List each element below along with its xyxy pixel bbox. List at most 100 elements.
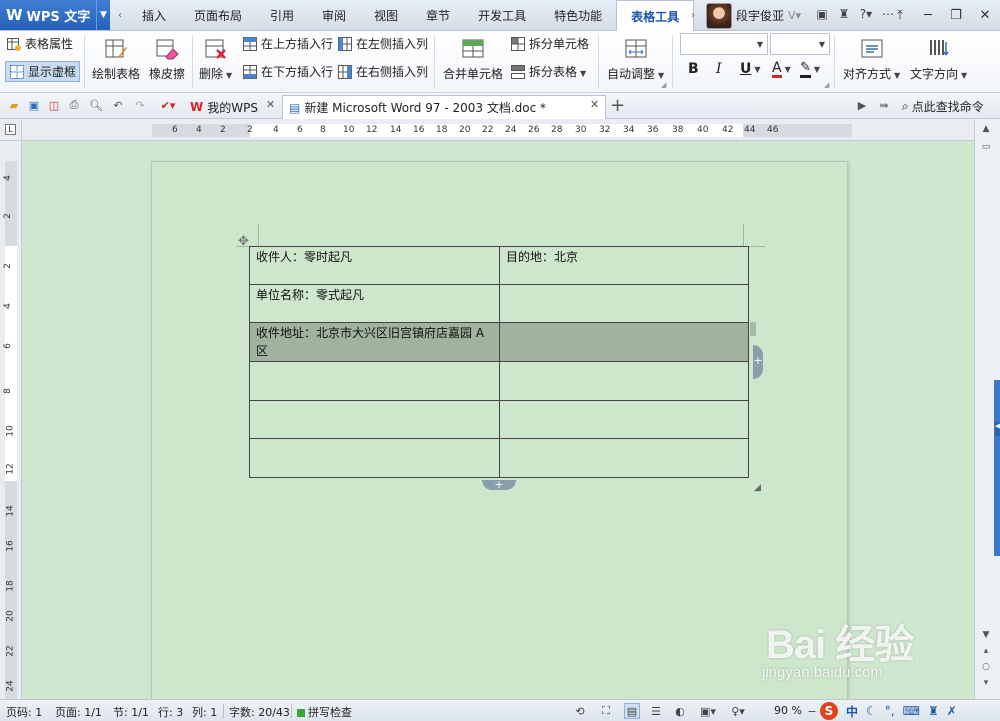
tab-review[interactable]: 审阅 <box>308 0 360 31</box>
group-expand-icon[interactable]: ◢ <box>824 81 829 89</box>
show-gridlines-toggle[interactable]: 显示虚框 <box>5 61 81 82</box>
shirt-icon[interactable]: ♜ <box>928 704 939 718</box>
status-wordcount[interactable]: 字数: 20/43 <box>229 704 290 720</box>
wps-app-menu-button[interactable]: W WPS 文字 ▼ <box>0 0 110 30</box>
group-expand-icon[interactable]: ◢ <box>661 81 666 89</box>
highlight-button[interactable]: ✎ ▼ <box>800 61 820 78</box>
tab-scroll-left-button[interactable]: ‹ <box>113 5 127 25</box>
table-row[interactable]: 单位名称：零式起凡 <box>249 284 749 323</box>
table-properties-button[interactable]: 表格属性 <box>6 35 73 52</box>
table-cell[interactable]: 目的地：北京 <box>499 246 749 285</box>
print-icon[interactable]: ⎙ <box>66 97 82 113</box>
scroll-down-icon[interactable]: ▼ <box>978 627 994 643</box>
sidebar-toggle-icon[interactable]: ▶ <box>854 97 870 113</box>
chevron-down-icon[interactable]: ▼ <box>96 0 110 30</box>
underline-button[interactable]: U ▼ <box>740 61 761 77</box>
table-cell[interactable] <box>249 400 500 439</box>
table-cell[interactable] <box>499 361 749 401</box>
eraser-button[interactable]: 橡皮擦 <box>149 37 185 82</box>
table-cell[interactable] <box>499 284 749 323</box>
customize-toolbar-icon[interactable]: ✔▾ <box>160 97 176 113</box>
split-cells-button[interactable]: 拆分单元格 <box>510 35 589 52</box>
browse-object-icon[interactable]: ○ <box>978 659 994 675</box>
table-row[interactable]: 收件地址：北京市大兴区旧宫镇府店嘉园 A 区 <box>249 322 749 362</box>
restore-icon[interactable]: ❐ <box>942 3 970 27</box>
document-page[interactable]: ✥ 收件人：零时起凡 目的地：北京 单位名称：零式起凡 收件地址：北京市大兴区旧宫镇府… <box>151 161 848 699</box>
chevron-down-icon[interactable]: ▼ <box>815 34 829 54</box>
italic-button[interactable]: I <box>716 61 722 77</box>
table-row[interactable] <box>249 438 749 478</box>
outline-view-icon[interactable]: ☰ <box>648 703 664 719</box>
ruler-corner[interactable]: L <box>0 119 22 141</box>
pdf-export-icon[interactable]: ◫ <box>46 97 62 113</box>
share-icon[interactable]: ⇛ <box>876 97 892 113</box>
table-cell[interactable] <box>499 322 749 362</box>
find-command-input[interactable]: ⌕ 点此查找命令 <box>902 98 984 115</box>
user-name[interactable]: 段宇俊亚 <box>736 7 784 24</box>
tab-developer[interactable]: 开发工具 <box>464 0 540 31</box>
document-table[interactable]: 收件人：零时起凡 目的地：北京 单位名称：零式起凡 收件地址：北京市大兴区旧宫镇府店嘉… <box>249 246 749 478</box>
delete-button[interactable]: 删除 ▼ <box>199 37 232 82</box>
horizontal-ruler[interactable]: 6 4 2 2 4 6 8 10 12 14 16 18 20 22 24 26 28 30 32 34 36 38 40 4… <box>22 119 974 141</box>
print-preview-icon[interactable]: 🔍︎ <box>88 97 104 113</box>
status-col[interactable]: 列: 1 <box>192 704 217 720</box>
insert-col-right-button[interactable]: 在右侧插入列 <box>337 63 428 80</box>
minimize-icon[interactable]: ─ <box>914 3 942 27</box>
shirt-icon[interactable]: ♜ <box>836 4 852 24</box>
table-cell[interactable]: 收件地址：北京市大兴区旧宫镇府店嘉园 A 区 <box>249 322 500 362</box>
split-table-button[interactable]: 拆分表格 ▼ <box>510 63 586 80</box>
page-view-icon[interactable]: ▤ <box>624 703 640 719</box>
vertical-scrollbar[interactable]: ▲ ▭ ◀ ▼ ▴ ○ ▾ <box>974 119 1000 699</box>
input-method-bar[interactable]: S 中 ☾ °, ⌨ ♜ ✗ <box>820 702 957 720</box>
user-account[interactable]: 段宇俊亚 V▾ <box>706 2 801 29</box>
tab-scroll-right-button[interactable]: › <box>686 5 700 25</box>
moon-icon[interactable]: ☾ <box>866 704 877 718</box>
insert-col-left-button[interactable]: 在左侧插入列 <box>337 35 428 52</box>
autofit-button[interactable]: 自动调整 ▼ <box>607 37 664 82</box>
skin-icon[interactable]: ▣ <box>814 4 830 24</box>
table-cell[interactable] <box>499 438 749 478</box>
status-row[interactable]: 行: 3 <box>158 704 183 720</box>
table-cell[interactable] <box>499 400 749 439</box>
avatar[interactable] <box>706 2 732 29</box>
table-resize-handle-icon[interactable]: ◢ <box>754 483 761 493</box>
status-page[interactable]: 页码: 1 <box>6 704 42 720</box>
next-page-icon[interactable]: ▾ <box>978 675 994 691</box>
open-folder-icon[interactable]: ▰ <box>6 97 22 113</box>
tab-document[interactable]: ▤ 新建 Microsoft Word 97 - 2003 文档.doc * <box>282 95 606 119</box>
bold-button[interactable]: B <box>688 61 699 77</box>
collapse-panel-icon[interactable]: ◀ <box>995 422 1000 436</box>
fullscreen-icon[interactable]: ⤒ <box>886 3 914 27</box>
track-changes-icon[interactable]: ⟲ <box>572 703 588 719</box>
new-tab-button[interactable]: + <box>610 95 625 116</box>
tab-features[interactable]: 特色功能 <box>540 0 616 31</box>
ime-language[interactable]: 中 <box>846 703 858 720</box>
punctuation-icon[interactable]: °, <box>885 704 895 718</box>
previous-page-icon[interactable]: ▴ <box>978 643 994 659</box>
chevron-down-icon[interactable]: ▼ <box>785 65 791 74</box>
tab-table-tools[interactable]: 表格工具 <box>616 0 695 31</box>
zoom-level[interactable]: 90 % <box>774 704 802 717</box>
alignment-button[interactable]: 对齐方式 ▼ <box>843 37 900 82</box>
insert-row-above-button[interactable]: 在上方插入行 <box>242 35 333 52</box>
add-column-button[interactable]: + <box>753 345 763 379</box>
font-color-button[interactable]: A ▼ <box>772 61 791 78</box>
table-row[interactable]: 收件人：零时起凡 目的地：北京 <box>249 246 749 285</box>
web-view-icon[interactable]: ◐ <box>672 703 688 719</box>
close-icon[interactable]: ✕ <box>266 98 275 111</box>
insert-row-below-button[interactable]: 在下方插入行 <box>242 63 333 80</box>
undo-icon[interactable]: ↶ <box>110 97 126 113</box>
chevron-down-icon[interactable]: ▼ <box>753 34 767 54</box>
status-section[interactable]: 节: 1/1 <box>113 704 149 720</box>
save-icon[interactable]: ▣ <box>26 97 42 113</box>
column-boundary-marker[interactable] <box>750 322 756 336</box>
scroll-up-icon[interactable]: ▲ <box>978 121 994 137</box>
draw-table-button[interactable]: 绘制表格 <box>92 37 140 82</box>
tab-my-wps[interactable]: W 我的WPS <box>184 95 264 119</box>
document-canvas[interactable]: ✥ 收件人：零时起凡 目的地：北京 单位名称：零式起凡 收件地址：北京市大兴区旧宫镇府… <box>22 141 974 699</box>
text-direction-button[interactable]: 文字方向 ▼ <box>910 37 967 82</box>
full-screen-view-icon[interactable]: ⛶ <box>598 703 614 719</box>
vertical-ruler[interactable]: 4 2 2 4 6 8 10 12 14 16 18 20 22 24 <box>0 141 22 699</box>
wrench-icon[interactable]: ✗ <box>947 704 957 718</box>
tab-section[interactable]: 章节 <box>412 0 464 31</box>
